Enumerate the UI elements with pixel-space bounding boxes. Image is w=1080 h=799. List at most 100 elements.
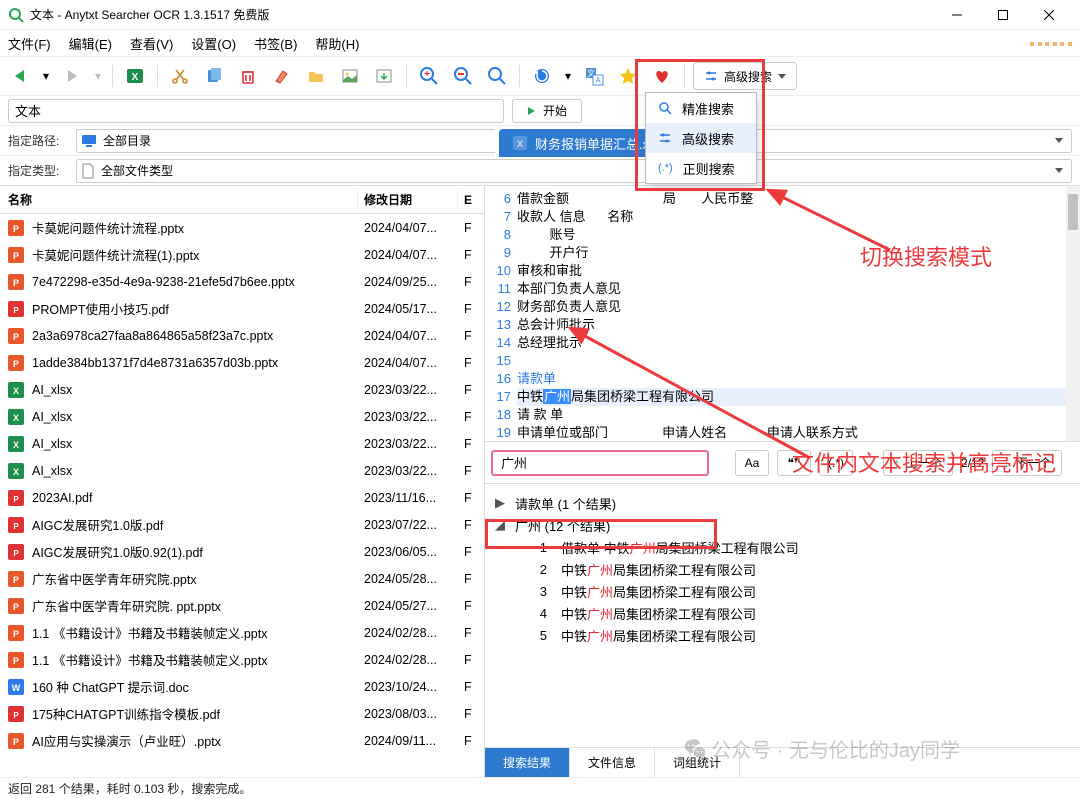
menu-advanced[interactable]: 高级搜索 [646,123,756,153]
overflow-dots[interactable] [1030,34,1072,49]
table-row[interactable]: P7e472298-e35d-4e9a-9238-21efe5d7b6ee.pp… [0,268,484,295]
menu-file[interactable]: 文件(F) [8,34,51,53]
export-icon[interactable] [370,62,398,90]
svg-text:X: X [13,413,19,423]
col-date[interactable]: 修改日期 [358,191,458,208]
bottom-tabs: 搜索结果 文件信息 词组统计 [485,747,1080,777]
image-icon[interactable] [336,62,364,90]
table-row[interactable]: PAIGC发展研究1.0版.pdf2023/07/22...F [0,511,484,538]
col-ext[interactable]: E [458,193,484,207]
menu-precise[interactable]: 精准搜索 [646,93,756,123]
tree-result-row[interactable]: 5中铁广州局集团桥梁工程有限公司 [535,624,1080,646]
tree-result-row[interactable]: 1借款单 中铁广州局集团桥梁工程有限公司 [535,536,1080,558]
minimize-button[interactable] [934,0,980,30]
nav-back-button[interactable] [6,62,34,90]
tab-search-results[interactable]: 搜索结果 [485,748,570,777]
svg-text:P: P [13,251,19,261]
regex-toggle[interactable]: (.*) [819,450,853,476]
table-row[interactable]: P广东省中医学青年研究院.pptx2024/05/28...F [0,565,484,592]
file-name: AIGC发展研究1.0版0.92(1).pdf [32,542,358,561]
table-row[interactable]: P1adde384bb1371f7d4e8731a6357d03b.pptx20… [0,349,484,376]
file-type-icon: P [6,274,26,290]
table-row[interactable]: P广东省中医学青年研究院. ppt.pptx2024/05/27...F [0,592,484,619]
zoom-in-icon[interactable]: + [415,62,443,90]
menu-help[interactable]: 帮助(H) [315,34,359,53]
heart-icon[interactable] [648,62,676,90]
prev-match-button[interactable]: ↑上一个 [883,450,953,476]
nav-back-dd[interactable]: ▾ [40,62,52,90]
cut-icon[interactable] [166,62,194,90]
table-row[interactable]: XAI_xlsx2023/03/22...F [0,430,484,457]
table-row[interactable]: P1.1 《书籍设计》书籍及书籍装帧定义.pptx2024/02/28...F [0,646,484,673]
next-match-button[interactable]: ↓下一个 [992,450,1062,476]
highlight-icon[interactable] [268,62,296,90]
delete-icon[interactable] [234,62,262,90]
translate-icon[interactable]: 文A [580,62,608,90]
tree-node[interactable]: ▶请款单 (1 个结果) [495,492,1080,514]
excel-icon[interactable]: X [121,62,149,90]
table-row[interactable]: XAI_xlsx2023/03/22...F [0,457,484,484]
copy-icon[interactable] [200,62,228,90]
col-name[interactable]: 名称 [0,191,358,208]
table-row[interactable]: PPROMPT使用小技巧.pdf2024/05/17...F [0,295,484,322]
advanced-search-button[interactable]: 高级搜索 [693,62,797,90]
search-icon[interactable] [483,62,511,90]
menubar: 文件(F) 编辑(E) 查看(V) 设置(O) 书签(B) 帮助(H) [0,30,1080,56]
star-icon[interactable] [614,62,642,90]
maximize-button[interactable] [980,0,1026,30]
scrollbar[interactable] [1066,186,1080,441]
file-ext: F [458,680,484,694]
file-type-icon: P [6,598,26,614]
refresh-icon[interactable] [528,62,556,90]
table-row[interactable]: XAI_xlsx2023/03/22...F [0,376,484,403]
inner-search-bar: Aa ❝❞ (.*) ↑上一个 2/12 ↓下一个 [485,441,1080,483]
tree-result-row[interactable]: 2中铁广州局集团桥梁工程有限公司 [535,558,1080,580]
file-date: 2023/03/22... [358,383,458,397]
window-title: 文本 - Anytxt Searcher OCR 1.3.1517 免费版 [30,6,934,23]
nav-fwd-dd[interactable]: ▾ [92,62,104,90]
menu-regex[interactable]: (.*)正则搜索 [646,153,756,183]
case-toggle[interactable]: Aa [735,450,769,476]
table-row[interactable]: PAIGC发展研究1.0版0.92(1).pdf2023/06/05...F [0,538,484,565]
tree-result-row[interactable]: 3中铁广州局集团桥梁工程有限公司 [535,580,1080,602]
quote-toggle[interactable]: ❝❞ [777,450,811,476]
close-button[interactable] [1026,0,1072,30]
svg-text:P: P [13,522,19,531]
file-type-icon: W [6,679,26,695]
folder-icon[interactable] [302,62,330,90]
file-date: 2023/03/22... [358,410,458,424]
file-name: 160 种 ChatGPT 提示词.doc [32,677,358,696]
table-row[interactable]: P卡莫妮问题件统计流程(1).pptx2024/04/07...F [0,241,484,268]
refresh-dd[interactable]: ▾ [562,62,574,90]
table-row[interactable]: P1.1 《书籍设计》书籍及书籍装帧定义.pptx2024/02/28...F [0,619,484,646]
menu-edit[interactable]: 编辑(E) [69,34,112,53]
zoom-out-icon[interactable] [449,62,477,90]
menu-view[interactable]: 查看(V) [130,34,173,53]
table-row[interactable]: P卡莫妮问题件统计流程.pptx2024/04/07...F [0,214,484,241]
search-input[interactable] [8,99,504,123]
nav-fwd-button[interactable] [58,62,86,90]
line-gutter: 6789101112131415161718192021222324252627… [485,186,517,441]
type-combo[interactable]: 全部文件类型 [76,159,1072,183]
file-type-icon: P [6,490,26,506]
search-row: 开始 [0,96,1080,126]
inner-search-input[interactable] [491,450,709,476]
file-type-icon: P [6,355,26,371]
table-row[interactable]: P2a3a6978ca27faa8a864865a58f23a7c.pptx20… [0,322,484,349]
file-name: PROMPT使用小技巧.pdf [32,299,358,318]
menu-settings[interactable]: 设置(O) [191,34,236,53]
table-row[interactable]: P2023AI.pdf2023/11/16...F [0,484,484,511]
table-row[interactable]: PAI应用与实操演示（卢业旺）.pptx2024/09/11...F [0,727,484,754]
tree-node[interactable]: ◢广州 (12 个结果) [495,514,1080,536]
tree-result-row[interactable]: 4中铁广州局集团桥梁工程有限公司 [535,602,1080,624]
tab-word-stats[interactable]: 词组统计 [655,748,740,777]
svg-text:P: P [13,495,19,504]
table-row[interactable]: W160 种 ChatGPT 提示词.doc2023/10/24...F [0,673,484,700]
tab-file-info[interactable]: 文件信息 [570,748,655,777]
table-row[interactable]: XAI_xlsx2023/03/22...F [0,403,484,430]
file-name: AI_xlsx [32,410,358,424]
menu-bookmark[interactable]: 书签(B) [254,34,297,53]
svg-text:P: P [13,656,19,666]
start-button[interactable]: 开始 [512,99,582,123]
table-row[interactable]: P175种CHATGPT训练指令模板.pdf2023/08/03...F [0,700,484,727]
